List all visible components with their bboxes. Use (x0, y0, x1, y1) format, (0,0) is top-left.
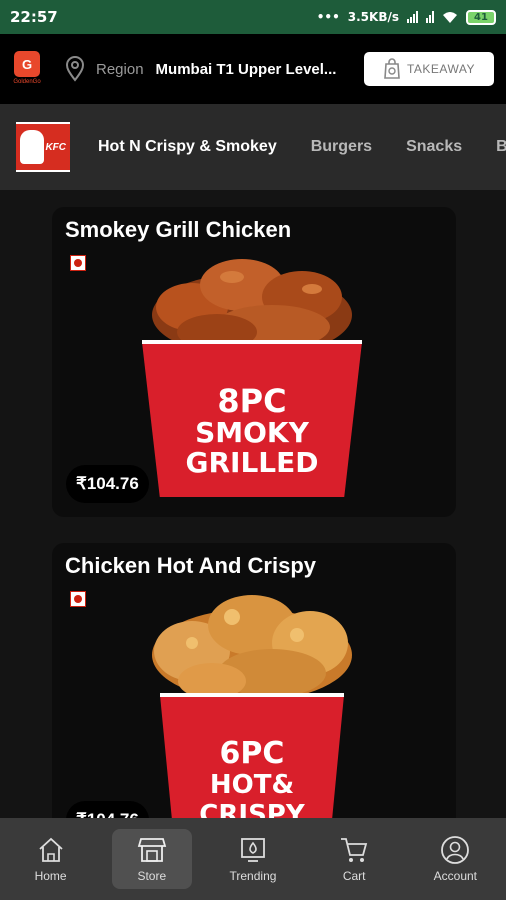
takeaway-button[interactable]: TAKEAWAY (364, 52, 494, 86)
volte-signal-icon (426, 11, 434, 23)
tab-more[interactable]: B (496, 138, 506, 156)
location-pin-icon[interactable] (64, 56, 86, 82)
battery-icon: 41 (466, 9, 496, 25)
store-icon (137, 838, 166, 862)
tab-burgers[interactable]: Burgers (311, 138, 372, 156)
bucket-text-line3: GRILLED (185, 446, 318, 479)
nav-store[interactable]: Store (111, 829, 192, 889)
product-card[interactable]: 8PC SMOKY GRILLED Smokey Grill Chicken ₹… (52, 207, 456, 517)
nav-account-label: Account (433, 869, 478, 883)
product-image: 8PC SMOKY GRILLED (132, 237, 372, 499)
screen: 22:57 ••• 3.5KB/s 41 G GoldenGo Region M… (0, 0, 506, 900)
nav-account[interactable]: Account (415, 835, 495, 883)
region-label: Region (96, 60, 144, 78)
product-image: 6PC HOT& CRISPY (132, 573, 372, 818)
product-price: ₹104.76 (66, 801, 149, 818)
product-list: 8PC SMOKY GRILLED Smokey Grill Chicken ₹… (0, 190, 506, 818)
bucket-illustration: 8PC SMOKY GRILLED (142, 259, 362, 499)
status-icons: ••• 3.5KB/s 41 (316, 9, 496, 25)
logo-subtext: GoldenGo (13, 79, 41, 85)
kfc-logo: KFC (16, 124, 70, 170)
bucket-text-line2: SMOKY (195, 416, 310, 449)
tab-hot-n-crispy[interactable]: Hot N Crispy & Smokey (98, 138, 277, 156)
non-veg-icon (70, 591, 86, 607)
app-logo[interactable]: G GoldenGo (12, 51, 42, 87)
wifi-icon (443, 11, 457, 23)
colonel-face-icon (20, 130, 44, 164)
trending-icon (241, 838, 265, 862)
bucket-text-line1: 6PC (220, 736, 285, 771)
nav-home[interactable]: Home (11, 835, 91, 883)
non-veg-icon (70, 255, 86, 271)
signal-icon (407, 11, 418, 23)
bucket-text-line1: 8PC (217, 382, 286, 420)
bucket-text-line2: HOT& (210, 770, 294, 800)
nav-cart-label: Cart (342, 869, 366, 883)
cart-icon (341, 838, 368, 862)
nav-cart[interactable]: Cart (314, 835, 394, 883)
brand-label: KFC (45, 141, 66, 153)
category-bar: KFC Hot N Crispy & Smokey Burgers Snacks… (0, 104, 506, 190)
product-name: Chicken Hot And Crispy (65, 553, 316, 578)
tab-snacks[interactable]: Snacks (406, 138, 462, 156)
product-card[interactable]: 6PC HOT& CRISPY Chicken Hot And Crispy ₹… (52, 543, 456, 818)
status-bar: 22:57 ••• 3.5KB/s 41 (0, 0, 506, 34)
product-name: Smokey Grill Chicken (65, 217, 292, 242)
category-tabs: Hot N Crispy & Smokey Burgers Snacks B (98, 138, 506, 156)
network-speed: 3.5KB/s (347, 10, 399, 24)
takeaway-label: TAKEAWAY (406, 62, 475, 76)
product-price: ₹104.76 (66, 465, 149, 503)
more-dots-icon: ••• (316, 10, 340, 24)
app-header: G GoldenGo Region Mumbai T1 Upper Level.… (0, 34, 506, 104)
brand-logo[interactable]: KFC (16, 122, 70, 172)
takeaway-bag-icon (384, 58, 400, 79)
bucket-illustration: 6PC HOT& CRISPY (152, 595, 352, 818)
battery-level: 41 (474, 11, 488, 23)
bottom-navigation: Home Store Trending Cart Account (0, 818, 506, 900)
logo-mark: G (14, 51, 40, 77)
bucket-text-line3: CRISPY (199, 800, 306, 818)
status-time: 22:57 (10, 8, 58, 26)
nav-trending[interactable]: Trending (213, 835, 293, 883)
region-selector[interactable]: Mumbai T1 Upper Level... (156, 61, 337, 78)
nav-trending-label: Trending (229, 869, 277, 883)
nav-home-label: Home (34, 869, 67, 883)
home-icon (38, 837, 63, 862)
nav-store-label: Store (137, 869, 167, 883)
account-icon (441, 836, 470, 864)
